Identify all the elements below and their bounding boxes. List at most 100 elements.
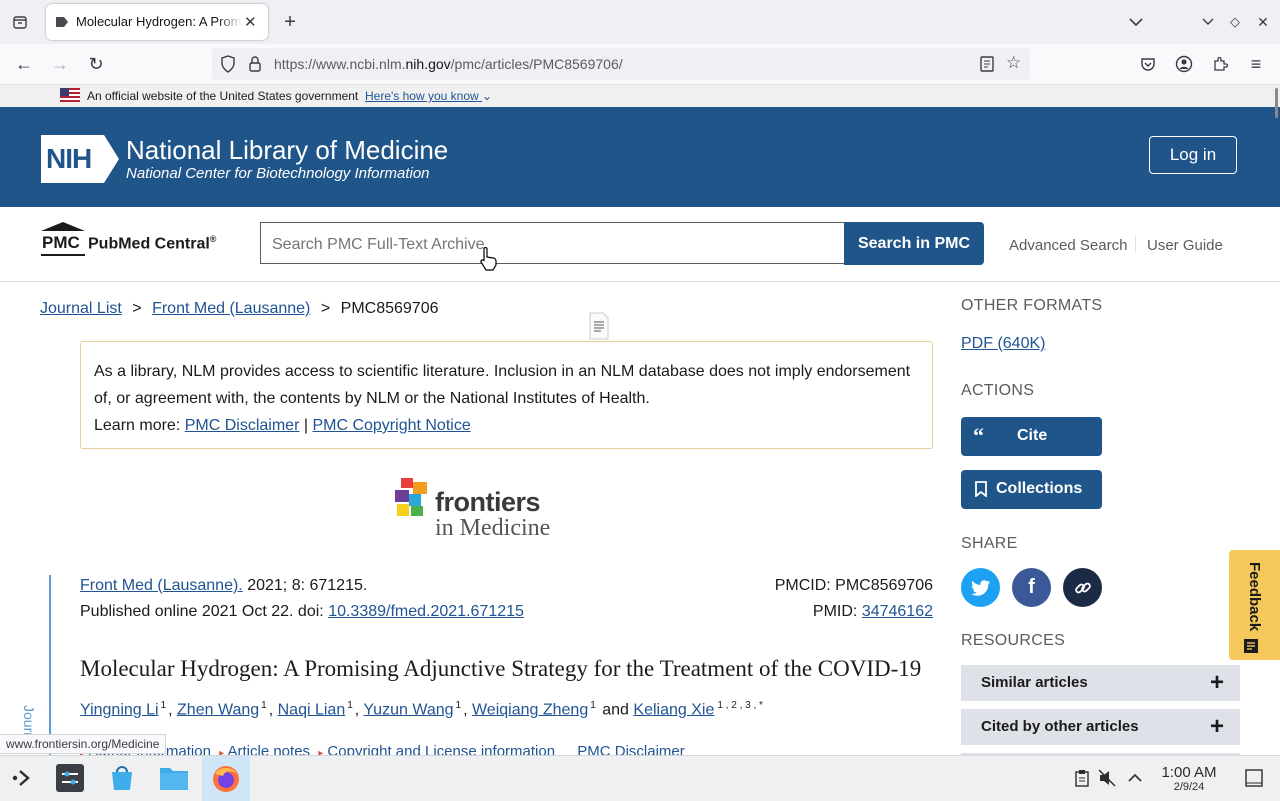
pmc-search-bar: PMC PubMed Central® Search PMC Full-Text… <box>0 207 1280 282</box>
clock[interactable]: 1:00 AM 2/9/24 <box>1150 764 1228 793</box>
nih-logo[interactable]: NIH <box>40 134 120 189</box>
facebook-share-button[interactable]: f <box>1012 568 1051 607</box>
author-link[interactable]: Yingning Li <box>80 701 159 718</box>
twitter-share-button[interactable] <box>961 568 1000 607</box>
gov-banner-text: An official website of the United States… <box>87 89 359 103</box>
breadcrumb-journal-list[interactable]: Journal List <box>40 300 122 317</box>
cite-button[interactable]: “ Cite <box>961 417 1102 456</box>
browser-tab-bar: Molecular Hydrogen: A Promising Adjuncti… <box>0 0 1280 44</box>
bookmark-icon <box>975 481 987 502</box>
author-link[interactable]: Weiqiang Zheng <box>472 701 588 718</box>
pmc-logo-name: PubMed Central® <box>88 234 217 253</box>
hand-cursor-icon <box>478 246 498 276</box>
tracking-shield-icon[interactable] <box>220 55 236 78</box>
author-affiliation: 1 <box>261 700 267 711</box>
back-arrow-icon[interactable]: ← <box>12 52 36 76</box>
citation-line-2: Published online 2021 Oct 22. doi: 10.33… <box>80 603 524 621</box>
page-scrollbar-thumb[interactable] <box>1275 88 1278 118</box>
url-text[interactable]: https://www.ncbi.nlm.nih.gov/pmc/article… <box>274 56 623 72</box>
advanced-search-link[interactable]: Advanced Search <box>1009 237 1127 254</box>
pmid-label: PMID: <box>812 603 858 620</box>
minimize-window-icon[interactable] <box>1196 10 1220 34</box>
nlm-disclaimer-box: As a library, NLM provides access to sci… <box>80 341 933 449</box>
link-status-preview: www.frontiersin.org/Medicine <box>0 734 167 754</box>
file-manager-app-icon[interactable] <box>156 760 192 796</box>
twitter-bird-icon <box>970 579 990 596</box>
similar-articles-accordion[interactable]: Similar articles + <box>961 665 1240 701</box>
doi-link[interactable]: 10.3389/fmed.2021.671215 <box>328 603 524 620</box>
clock-date: 2/9/24 <box>1173 781 1205 793</box>
author-link[interactable]: Keliang Xie <box>633 701 714 718</box>
nlm-header: NIH National Library of Medicine Nationa… <box>0 107 1280 207</box>
user-guide-link[interactable]: User Guide <box>1147 237 1223 254</box>
url-bar[interactable]: https://www.ncbi.nlm.nih.gov/pmc/article… <box>212 48 1030 80</box>
author-affiliation: 1 <box>160 700 167 711</box>
browser-tab-active[interactable]: Molecular Hydrogen: A Promising Adjuncti… <box>46 4 268 40</box>
feedback-tab[interactable]: Feedback <box>1229 550 1280 660</box>
software-store-app-icon[interactable] <box>104 760 140 796</box>
collections-label: Collections <box>996 480 1083 497</box>
plus-icon: + <box>1209 669 1224 696</box>
share-heading: SHARE <box>961 535 1018 552</box>
forward-arrow-icon[interactable]: → <box>48 52 72 76</box>
pmc-search-input[interactable]: Search PMC Full-Text Archive <box>260 222 844 264</box>
system-settings-app-icon[interactable] <box>52 760 88 796</box>
show-desktop-icon[interactable] <box>1236 760 1272 796</box>
author-affiliation: 1 <box>590 700 596 711</box>
learn-more-label: Learn more: <box>94 417 181 434</box>
section-indicator-bar <box>49 575 51 755</box>
author-affiliation: 1 <box>455 700 462 711</box>
nlm-title[interactable]: National Library of Medicine <box>126 135 448 166</box>
us-flag-icon <box>60 88 80 102</box>
author-link[interactable]: Naqi Lian <box>278 701 346 718</box>
tab-title: Molecular Hydrogen: A Promising Adjuncti… <box>76 14 242 29</box>
close-tab-icon[interactable]: ✕ <box>244 13 257 31</box>
pmc-disclaimer-link[interactable]: PMC Disclaimer <box>185 417 300 434</box>
pdf-link[interactable]: PDF (640K) <box>961 335 1045 353</box>
nav-divider <box>1135 235 1136 253</box>
cite-label: Cite <box>1017 427 1048 444</box>
app-menu-hamburger-icon[interactable]: ≡ <box>1244 52 1268 76</box>
collections-button[interactable]: Collections <box>961 470 1102 509</box>
pocket-icon[interactable] <box>1136 52 1160 76</box>
search-in-pmc-button[interactable]: Search in PMC <box>844 222 984 265</box>
breadcrumb-journal[interactable]: Front Med (Lausanne) <box>152 300 310 317</box>
reader-view-icon[interactable] <box>979 55 995 78</box>
pmid-link[interactable]: 34746162 <box>862 603 933 620</box>
clock-time: 1:00 AM <box>1161 764 1217 781</box>
tab-list-icon[interactable] <box>8 10 32 34</box>
pmc-copyright-link[interactable]: PMC Copyright Notice <box>312 417 470 434</box>
frontiers-in-medicine-logo[interactable]: frontiers in Medicine <box>393 476 583 542</box>
tab-overflow-chevron-icon[interactable] <box>1124 10 1148 34</box>
close-window-icon[interactable]: ✕ <box>1251 10 1275 34</box>
lock-icon[interactable] <box>248 55 262 78</box>
similar-articles-label: Similar articles <box>981 674 1088 691</box>
maximize-window-icon[interactable]: ◇ <box>1223 10 1247 34</box>
published-online: Published online 2021 Oct 22. doi: <box>80 603 324 620</box>
account-icon[interactable] <box>1172 52 1196 76</box>
author-link[interactable]: Zhen Wang <box>177 701 259 718</box>
bookmark-star-icon[interactable]: ☆ <box>1006 53 1021 73</box>
tray-expand-chevron-icon[interactable] <box>1117 760 1153 796</box>
pmc-logo[interactable]: PMC PubMed Central® <box>40 221 216 262</box>
permalink-share-button[interactable] <box>1063 568 1102 607</box>
breadcrumb-separator: > <box>320 300 331 317</box>
author-list: Yingning Li 1, Zhen Wang 1, Naqi Lian 1, Yu… <box>80 700 763 719</box>
nlm-subtitle: National Center for Biotechnology Inform… <box>126 165 430 182</box>
cited-by-accordion[interactable]: Cited by other articles + <box>961 709 1240 745</box>
journal-citation-link[interactable]: Front Med (Lausanne). <box>80 577 243 594</box>
frontiers-wordmark: frontiers <box>435 487 541 517</box>
in-medicine-wordmark: in Medicine <box>435 515 551 541</box>
actions-heading: ACTIONS <box>961 382 1035 399</box>
search-placeholder: Search PMC Full-Text Archive <box>272 236 485 253</box>
author-link[interactable]: Yuzun Wang <box>363 701 453 718</box>
heres-how-you-know-link[interactable]: Here's how you know ⌄ <box>365 89 492 103</box>
chevron-down-icon: ⌄ <box>482 89 493 103</box>
pmc-favicon-icon <box>55 15 69 34</box>
firefox-app-icon[interactable] <box>202 756 250 801</box>
extensions-puzzle-icon[interactable] <box>1208 52 1232 76</box>
app-launcher-icon[interactable] <box>4 760 40 796</box>
login-button[interactable]: Log in <box>1149 136 1237 174</box>
reload-icon[interactable]: ↻ <box>84 52 108 76</box>
new-tab-icon[interactable]: + <box>278 10 302 34</box>
